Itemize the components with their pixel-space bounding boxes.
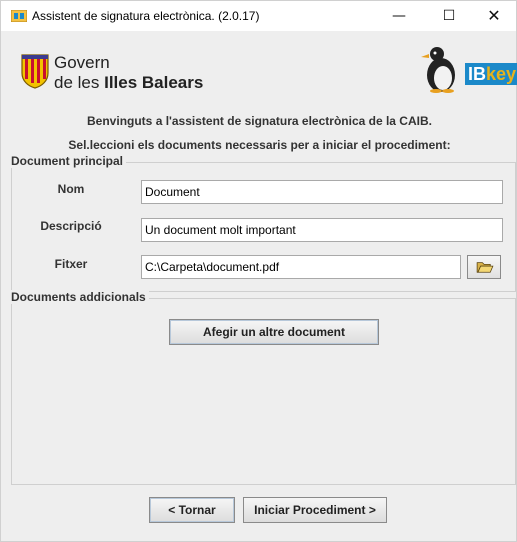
minimize-button[interactable]: — [376,1,422,31]
add-document-button[interactable]: Afegir un altre document [169,319,379,345]
window-title: Assistent de signatura electrònica. (2.0… [32,9,260,23]
govern-crest-logo [21,54,49,89]
ibkey-brand-key: key [486,64,517,84]
name-field[interactable] [141,180,503,204]
main-document-title: Document principal [11,154,127,168]
app-icon [11,10,27,22]
govern-subtitle: de les Illes Balears [54,73,203,93]
welcome-text: Benvinguts a l'assistent de signatura el… [87,114,432,128]
header-banner: Govern de les Illes Balears IBkey [2,31,517,103]
browse-file-button[interactable] [467,255,501,279]
ibkey-brand: IBkey [465,63,517,85]
additional-documents-title: Documents addicionals [11,290,149,304]
back-button[interactable]: < Tornar [149,497,235,523]
ibkey-brand-ib: IB [468,64,486,84]
file-path-field[interactable] [141,255,461,279]
title-bar: Assistent de signatura electrònica. (2.0… [1,1,516,31]
govern-subtitle-prefix: de les [54,73,105,92]
file-label: Fitxer [54,257,88,271]
govern-subtitle-bold: Illes Balears [104,73,204,92]
name-label: Nom [57,182,85,196]
description-field[interactable] [141,218,503,242]
maximize-button[interactable]: ☐ [426,1,472,31]
instructions-text: Sel.leccioni els documents necessaris pe… [68,138,451,152]
govern-title: Govern [54,53,110,72]
folder-open-icon [476,262,494,273]
description-label: Descripció [40,219,102,233]
signature-assistant-window: Assistent de signatura electrònica. (2.0… [0,0,517,542]
start-procedure-button[interactable]: Iniciar Procediment > [243,497,387,523]
close-button[interactable]: ✕ [471,1,517,31]
